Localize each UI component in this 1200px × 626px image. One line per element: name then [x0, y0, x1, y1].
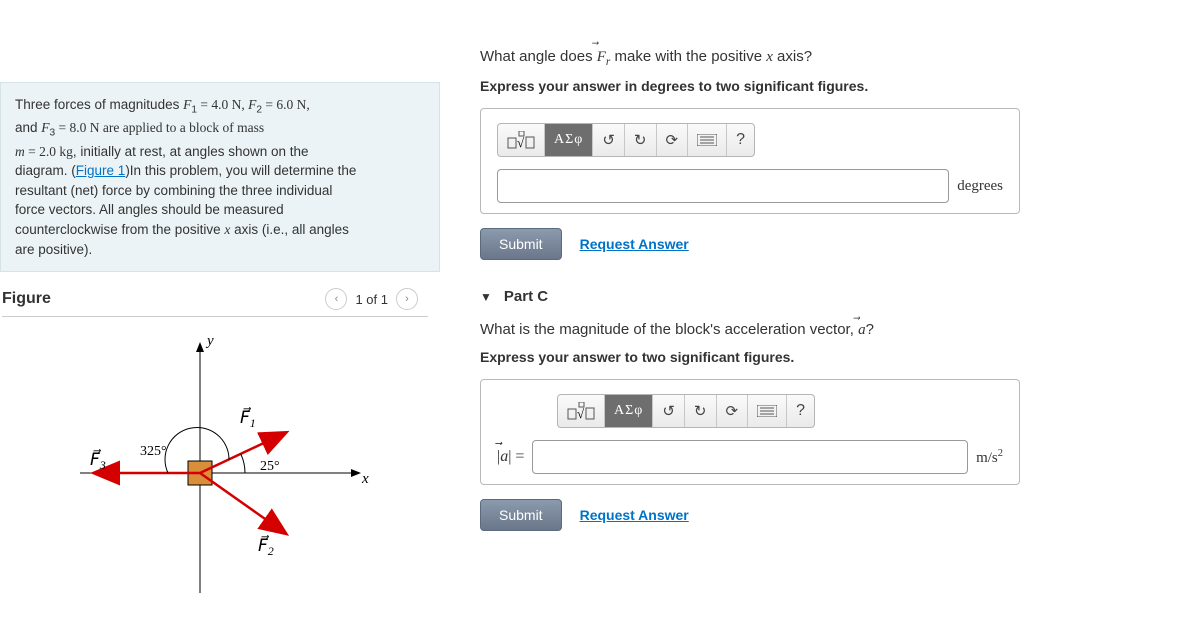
partc-prefix: |a⃗| =	[497, 448, 524, 466]
svg-text:F⃗3: F⃗3	[90, 449, 106, 472]
partb-unit: degrees	[957, 178, 1003, 195]
partb-prompt: What angle does F⃗r make with the positi…	[480, 48, 1160, 68]
partc-instruction: Express your answer to two significant f…	[480, 349, 1160, 365]
redo-button[interactable]: ↻	[685, 395, 717, 427]
svg-text:F⃗1: F⃗1	[240, 407, 256, 430]
figure-link[interactable]: Figure 1	[76, 163, 126, 178]
greek-button[interactable]: ΑΣφ	[605, 395, 653, 427]
partc-header[interactable]: ▼ Part C	[480, 288, 1160, 305]
chevron-down-icon: ▼	[480, 290, 492, 304]
problem-statement: Three forces of magnitudes F1 = 4.0 N, F…	[0, 82, 440, 272]
divider	[2, 316, 428, 317]
svg-text:F⃗2: F⃗2	[258, 535, 274, 558]
svg-text:√: √	[517, 135, 525, 149]
undo-button[interactable]: ↺	[653, 395, 685, 427]
partc-answer-input[interactable]	[532, 440, 968, 474]
figure-title: Figure	[2, 290, 51, 308]
undo-button[interactable]: ↺	[593, 124, 625, 156]
templates-button[interactable]: √	[498, 124, 545, 156]
help-button[interactable]: ?	[727, 124, 754, 156]
partb-submit-button[interactable]: Submit	[480, 228, 562, 260]
reset-button[interactable]: ⟳	[657, 124, 689, 156]
figure-counter: 1 of 1	[355, 292, 388, 307]
svg-text:y: y	[205, 333, 214, 349]
help-button[interactable]: ?	[787, 395, 814, 427]
svg-text:√: √	[577, 406, 585, 420]
keyboard-button[interactable]	[688, 124, 727, 156]
svg-text:25°: 25°	[260, 459, 280, 474]
partb-request-answer-link[interactable]: Request Answer	[580, 236, 689, 252]
greek-button[interactable]: ΑΣφ	[545, 124, 593, 156]
partb-instruction: Express your answer in degrees to two si…	[480, 78, 1160, 94]
redo-button[interactable]: ↻	[625, 124, 657, 156]
partc-prompt: What is the magnitude of the block's acc…	[480, 321, 1160, 339]
partb-answer-input[interactable]	[497, 169, 949, 203]
partc-submit-button[interactable]: Submit	[480, 499, 562, 531]
keyboard-button[interactable]	[748, 395, 787, 427]
partc-unit: m/s2	[976, 448, 1003, 467]
reset-button[interactable]: ⟳	[717, 395, 749, 427]
svg-text:x: x	[361, 471, 369, 487]
figure-prev-button[interactable]: ‹	[325, 288, 347, 310]
partb-toolbar: √ ΑΣφ ↺ ↻ ⟳ ?	[497, 123, 755, 157]
svg-text:325°: 325°	[140, 444, 167, 459]
partc-request-answer-link[interactable]: Request Answer	[580, 507, 689, 523]
partc-toolbar: √ ΑΣφ ↺ ↻ ⟳ ?	[557, 394, 815, 428]
templates-button[interactable]: √	[558, 395, 605, 427]
partc-answer-box: √ ΑΣφ ↺ ↻ ⟳ ? |a⃗| = m/s2	[480, 379, 1020, 485]
partb-answer-box: √ ΑΣφ ↺ ↻ ⟳ ? degrees	[480, 108, 1020, 214]
figure-next-button[interactable]: ›	[396, 288, 418, 310]
force-diagram: y x F⃗1 F⃗2 F⃗3 25° 325°	[40, 323, 400, 623]
